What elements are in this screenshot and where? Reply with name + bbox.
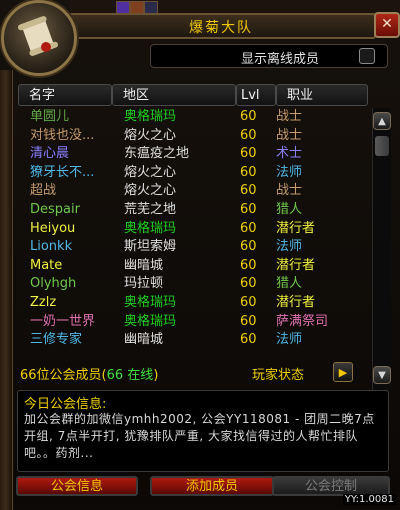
member-row[interactable]: Olyhgh 玛拉顿 60 猎人	[20, 275, 370, 293]
member-name: 超战	[30, 183, 57, 199]
player-status-toggle-button[interactable]: ▶	[333, 362, 353, 382]
scroll-thumb[interactable]	[375, 136, 389, 156]
member-level: 60	[240, 239, 257, 255]
member-level: 60	[240, 183, 257, 199]
scroll-down-button[interactable]: ▼	[373, 366, 391, 384]
member-list-scrollbar[interactable]: ▲ ▼	[372, 108, 391, 390]
member-level: 60	[240, 276, 257, 292]
member-row[interactable]: 超战 熔火之心 60 战士	[20, 182, 370, 200]
column-header-name[interactable]: 名字	[18, 84, 112, 106]
member-name: 一奶一世界	[30, 313, 96, 329]
top-icon-bar	[70, 0, 400, 15]
column-header-zone[interactable]: 地区	[112, 84, 236, 106]
member-level: 60	[240, 220, 257, 236]
member-name: 三修专家	[30, 332, 83, 348]
member-name: Mate	[30, 257, 63, 273]
member-level: 60	[240, 146, 257, 162]
member-zone: 熔火之心	[124, 164, 177, 180]
close-button[interactable]: ✕	[374, 12, 400, 38]
show-offline-row[interactable]: 显示离线成员	[150, 44, 388, 68]
member-row[interactable]: 獠牙长不... 熔火之心 60 法师	[20, 164, 370, 182]
guild-emblem-icon	[1, 0, 77, 76]
member-class: 法师	[276, 239, 303, 255]
window-title: 爆菊大队	[189, 20, 253, 36]
member-zone: 幽暗城	[124, 332, 164, 348]
member-class: 猎人	[276, 202, 303, 217]
member-class: 潜行者	[276, 220, 316, 236]
member-class: 战士	[276, 109, 303, 124]
member-level: 60	[240, 313, 257, 329]
member-row[interactable]: 三修专家 幽暗城 60 法师	[20, 331, 370, 349]
member-class: 潜行者	[276, 257, 316, 273]
member-name: Zzlz	[30, 295, 57, 310]
member-level: 60	[240, 109, 257, 124]
add-member-button[interactable]: 添加成员	[150, 476, 274, 496]
member-class: 萨满祭司	[276, 313, 329, 329]
member-row[interactable]: 清心晨 东瘟疫之地 60 术士	[20, 145, 370, 163]
member-row[interactable]: Despair 荒芜之地 60 猎人	[20, 201, 370, 219]
member-level: 60	[240, 164, 257, 180]
member-zone: 奥格瑞玛	[124, 295, 177, 310]
member-zone: 幽暗城	[124, 257, 164, 273]
member-zone: 熔火之心	[124, 127, 177, 143]
column-headers: 名字 地区 Lvl 职业	[18, 84, 368, 106]
title-bar[interactable]: 爆菊大队	[66, 13, 376, 39]
column-header-level[interactable]: Lvl	[236, 84, 276, 106]
member-class: 猎人	[276, 276, 303, 292]
guild-control-button[interactable]: 公会控制	[272, 476, 390, 496]
member-name: Olyhgh	[30, 276, 77, 292]
member-row[interactable]: Mate 幽暗城 60 潜行者	[20, 257, 370, 275]
column-header-class[interactable]: 职业	[276, 84, 368, 106]
member-row[interactable]: Lionkk 斯坦索姆 60 法师	[20, 238, 370, 256]
member-zone: 奥格瑞玛	[124, 109, 177, 124]
member-level: 60	[240, 332, 257, 348]
member-level: 60	[240, 257, 257, 273]
member-level: 60	[240, 202, 257, 217]
guild-roster-window: 爆菊大队 ✕ 显示离线成员 名字 地区 Lvl 职业 单圆儿 奥格瑞玛 60 战士 对钱…	[0, 0, 400, 510]
member-zone: 奥格瑞玛	[124, 220, 177, 236]
member-name: 獠牙长不...	[30, 164, 95, 180]
member-zone: 熔火之心	[124, 183, 177, 199]
online-count: 66 在线	[106, 368, 154, 383]
member-class: 术士	[276, 146, 303, 162]
member-row[interactable]: Zzlz 奥格瑞玛 60 潜行者	[20, 294, 370, 312]
scroll-icon	[18, 16, 58, 56]
guild-info-button[interactable]: 公会信息	[16, 476, 138, 496]
member-name: 清心晨	[30, 146, 70, 162]
member-zone: 荒芜之地	[124, 202, 177, 217]
member-row[interactable]: 一奶一世界 奥格瑞玛 60 萨满祭司	[20, 313, 370, 331]
member-name: 单圆儿	[30, 109, 70, 124]
member-count-row: 66位公会成员(66 在线) 玩家状态 ▶	[20, 362, 370, 383]
member-zone: 东瘟疫之地	[124, 146, 190, 162]
motd-text: 加公会群的加微信ymhh2002, 公会YY118081 - 团周二晚7点开组,…	[24, 412, 375, 460]
member-row[interactable]: Heiyou 奥格瑞玛 60 潜行者	[20, 220, 370, 238]
show-offline-checkbox[interactable]	[359, 48, 375, 64]
member-zone: 玛拉顿	[124, 276, 164, 292]
member-class: 战士	[276, 127, 303, 143]
member-class: 法师	[276, 164, 303, 180]
left-border	[0, 70, 13, 510]
member-zone: 奥格瑞玛	[124, 313, 177, 329]
member-class: 潜行者	[276, 295, 316, 310]
member-name: Lionkk	[30, 239, 73, 255]
member-row[interactable]: 单圆儿 奥格瑞玛 60 战士	[20, 108, 370, 126]
member-list: 单圆儿 奥格瑞玛 60 战士 对钱也没... 熔火之心 60 战士 清心晨 东瘟疫之地 60 术士 獠牙…	[20, 108, 370, 353]
member-name: 对钱也没...	[30, 127, 95, 143]
player-status-label: 玩家状态	[252, 368, 305, 383]
member-name: Despair	[30, 202, 80, 217]
member-zone: 斯坦索姆	[124, 239, 177, 255]
show-offline-label: 显示离线成员	[241, 52, 320, 67]
scroll-up-button[interactable]: ▲	[373, 112, 391, 130]
member-class: 法师	[276, 332, 303, 348]
guild-motd[interactable]: 今日公会信息: 加公会群的加微信ymhh2002, 公会YY118081 - 团…	[17, 390, 389, 472]
motd-title: 今日公会信息:	[24, 397, 107, 412]
member-class: 战士	[276, 183, 303, 199]
member-count: 66位公会成员(66 在线)	[20, 368, 159, 383]
member-row[interactable]: 对钱也没... 熔火之心 60 战士	[20, 127, 370, 145]
member-level: 60	[240, 127, 257, 143]
member-level: 60	[240, 295, 257, 310]
version-label: YY:1.0081	[342, 494, 396, 505]
member-name: Heiyou	[30, 220, 76, 236]
